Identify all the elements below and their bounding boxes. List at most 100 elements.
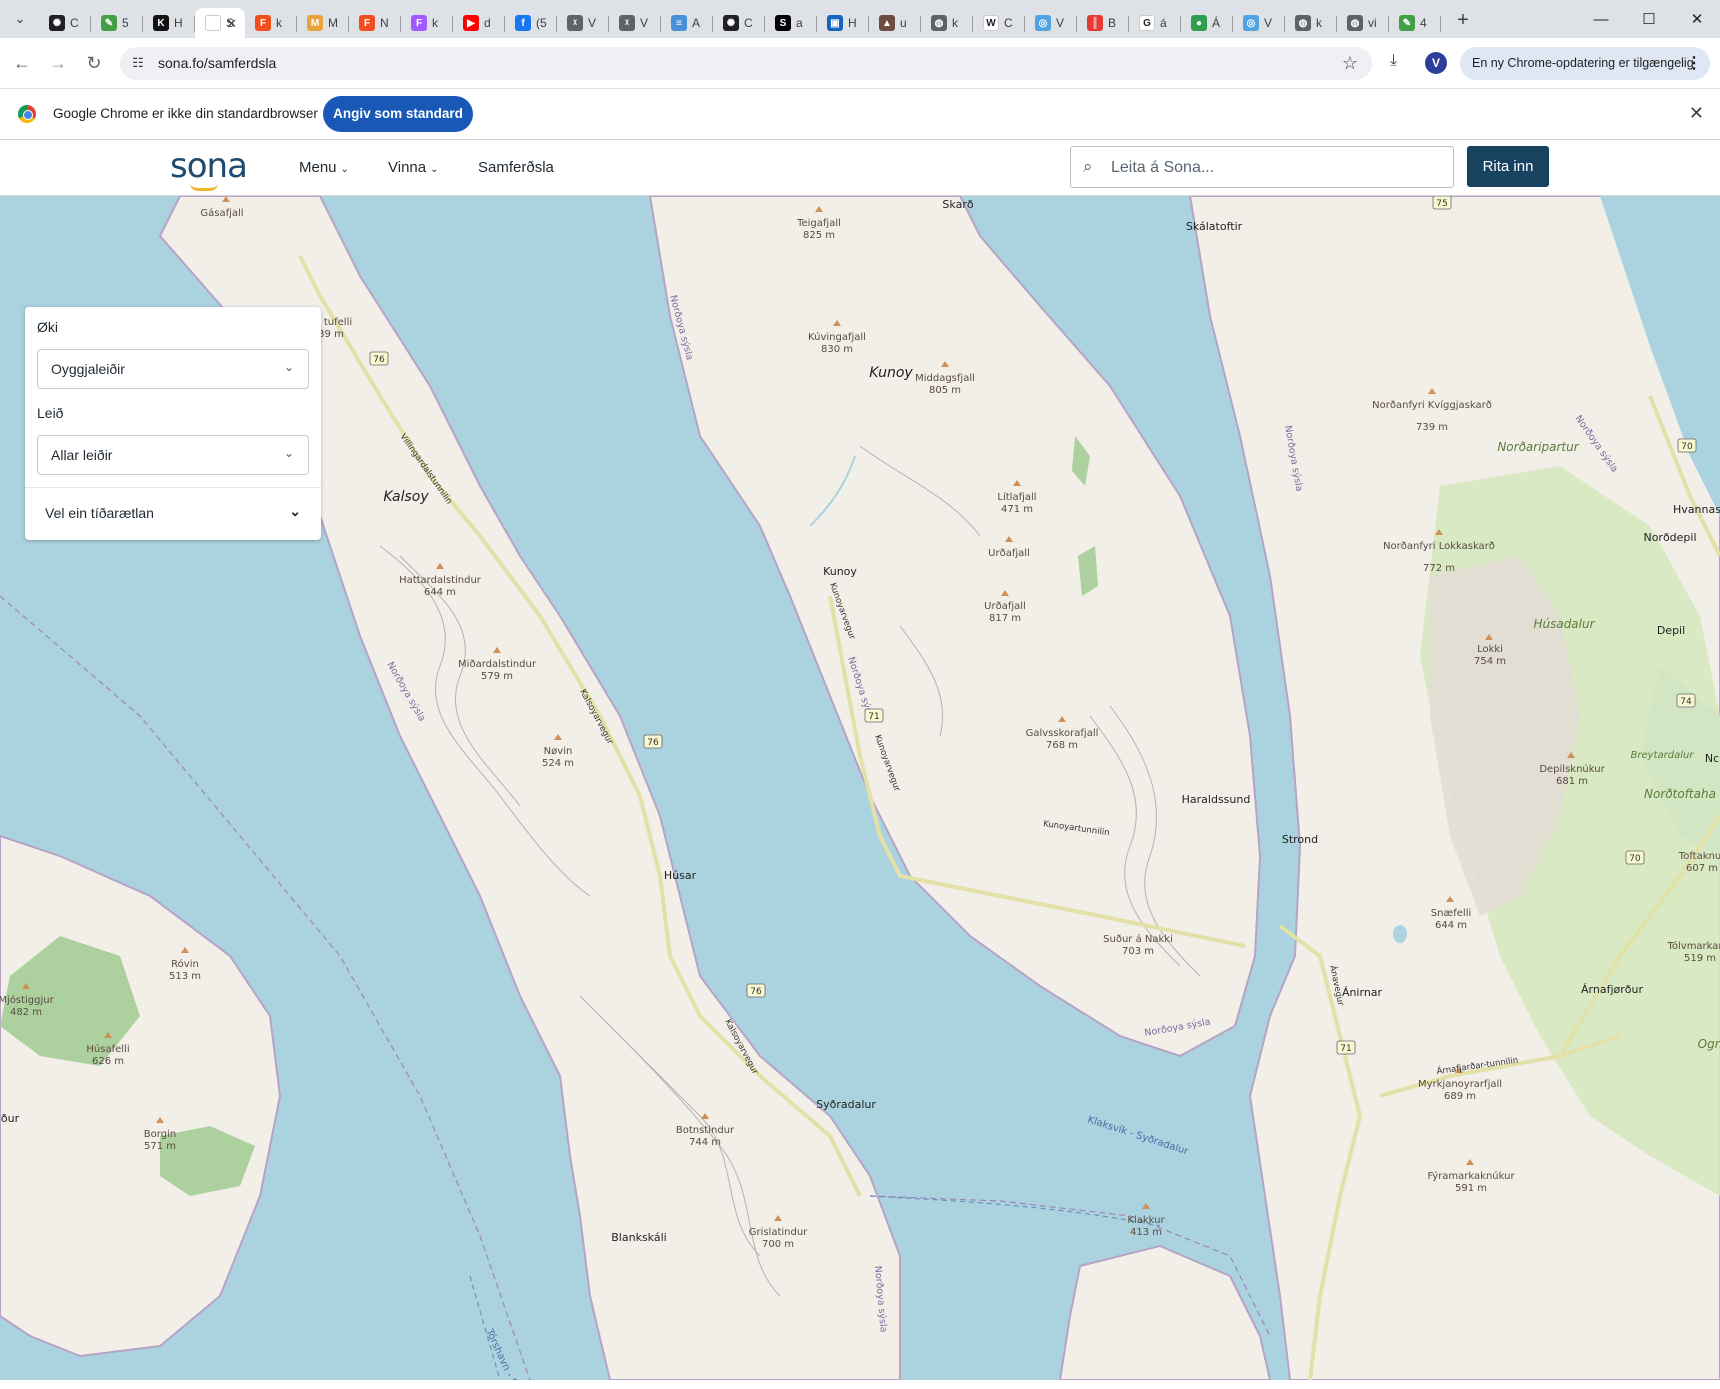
tab-list: ✺ C ✎ 5 K H S ✕ Fk M M F N Fk ▶ d f (5 ᵡ Vᵡ V ≡ A ✺ C Sa ▣ H ▲ u ◍ k W C ◎… <box>39 0 1441 38</box>
tab-title: k <box>276 16 282 30</box>
svg-text:Snæfelli: Snæfelli <box>1431 908 1472 919</box>
leid-select[interactable]: Allar leiðir ⌄ <box>37 435 309 475</box>
browser-tab[interactable]: KH <box>143 8 195 38</box>
set-default-button[interactable]: Angiv som standard <box>323 96 473 132</box>
land-southwest <box>0 834 282 1358</box>
place-arnafjordur: Árnafjørður <box>1581 983 1643 996</box>
browser-tab[interactable]: Gá <box>1129 8 1181 38</box>
place-dur: ður <box>1 1112 20 1125</box>
label-husadalur: Húsadalur <box>1533 617 1595 631</box>
svg-text:tufelli: tufelli <box>324 317 352 328</box>
bookmark-star-icon[interactable]: ☆ <box>1342 53 1358 74</box>
browser-tab[interactable]: WC <box>973 8 1025 38</box>
tab-title: C <box>744 16 753 30</box>
nav-samferdsla[interactable]: Samferðsla <box>478 159 554 176</box>
browser-tab[interactable]: ║ B <box>1077 8 1129 38</box>
svg-text:Depilsknúkur: Depilsknúkur <box>1539 763 1605 775</box>
svg-text:519 m: 519 m <box>1684 953 1716 964</box>
browser-tab[interactable]: ▶ d <box>453 8 505 38</box>
svg-text:772 m: 772 m <box>1423 563 1455 574</box>
google-icon: G <box>1139 15 1155 31</box>
browser-tab[interactable]: S ✕ <box>195 8 245 38</box>
url-text[interactable]: sona.fo/samferdsla <box>158 55 276 71</box>
browser-tab[interactable]: ✎ 4 <box>1389 8 1441 38</box>
shield-71-a: 71 <box>864 708 884 723</box>
address-bar[interactable]: ☷ sona.fo/samferdsla ☆ <box>120 47 1372 80</box>
reload-icon[interactable]: ↻ <box>82 51 106 75</box>
profile-avatar[interactable]: V <box>1425 52 1447 74</box>
site-search[interactable]: ⌕ <box>1070 146 1454 188</box>
chrome-update-chip[interactable]: En ny Chrome-opdatering er tilgængelig ⋮ <box>1460 47 1710 80</box>
svg-text:Klakkur: Klakkur <box>1127 1215 1165 1226</box>
svg-text:579 m: 579 m <box>481 671 513 682</box>
svg-text:830 m: 830 m <box>821 344 853 355</box>
browser-tab[interactable]: FN <box>349 8 401 38</box>
browser-tab[interactable]: Fk <box>245 8 297 38</box>
close-tab-icon[interactable]: ✕ <box>226 16 237 32</box>
close-window-icon[interactable]: ✕ <box>1674 0 1720 38</box>
browser-tab[interactable]: ▣ H <box>817 8 869 38</box>
land-south-small <box>1058 1244 1272 1380</box>
minimize-icon[interactable]: — <box>1578 0 1624 38</box>
svg-text:Galvsskorafjall: Galvsskorafjall <box>1026 728 1099 739</box>
shield-76-c: 76 <box>746 983 766 998</box>
browser-tab[interactable]: Sa <box>765 8 817 38</box>
browser-tab[interactable]: ◎ V <box>1233 8 1285 38</box>
nav-vinna[interactable]: Vinna ⌄ <box>388 159 438 176</box>
browser-tab[interactable]: ᵡV <box>609 8 661 38</box>
chevron-down-icon: ⌄ <box>283 446 294 460</box>
tab-search-chevron-icon[interactable]: ⌄ <box>7 6 33 32</box>
svg-text:76: 76 <box>750 987 762 997</box>
svg-text:413 m: 413 m <box>1130 1227 1162 1238</box>
globe-icon: ◍ <box>1295 15 1311 31</box>
search-input[interactable] <box>1111 156 1431 180</box>
browser-tab[interactable]: ✺ C <box>39 8 91 38</box>
browser-tab[interactable]: ≡ A <box>661 8 713 38</box>
browser-tab[interactable]: ◍ vi <box>1337 8 1389 38</box>
mountain-icon: ▲ <box>879 15 895 31</box>
login-button[interactable]: Rita inn <box>1467 146 1549 187</box>
spiral-icon: ◎ <box>1243 15 1259 31</box>
logo-smile-icon <box>190 183 218 191</box>
svg-text:70: 70 <box>1681 442 1693 452</box>
close-infobar-icon[interactable]: ✕ <box>1689 103 1704 124</box>
route-filter-panel: Øki Oyggjaleiðir ⌄ Leið Allar leiðir ⌄ V… <box>25 307 321 540</box>
svg-text:644 m: 644 m <box>1435 920 1467 931</box>
place-anirnar: Ánirnar <box>1342 986 1383 999</box>
browser-tab[interactable]: ✎ 5 <box>91 8 143 38</box>
site-info-icon[interactable]: ☷ <box>130 55 146 71</box>
nav-menu[interactable]: Menu ⌄ <box>299 159 349 176</box>
svg-text:Toftaknu: Toftaknu <box>1678 851 1720 862</box>
oki-select[interactable]: Oyggjaleiðir ⌄ <box>37 349 309 389</box>
back-arrow-icon[interactable]: ← <box>10 51 34 75</box>
kebab-menu-icon[interactable]: ⋮ <box>1686 47 1702 80</box>
browser-tab[interactable]: MM <box>297 8 349 38</box>
tab-title: vi <box>1368 16 1377 30</box>
tab-strip: ⌄ ✺ C ✎ 5 K H S ✕ Fk M M F N Fk ▶ d f (5 ᵡ Vᵡ V ≡ A ✺ C Sa ▣ H ▲ u ◍ k W… <box>0 0 1720 38</box>
tab-title: k <box>432 16 438 30</box>
shield-70-b: 70 <box>1625 850 1645 865</box>
browser-tab[interactable]: ● Á <box>1181 8 1233 38</box>
browser-tab[interactable]: ✺ C <box>713 8 765 38</box>
tab-title: 5 <box>122 16 129 30</box>
browser-tab[interactable]: ◎ V <box>1025 8 1077 38</box>
place-depil: Depil <box>1657 624 1685 637</box>
browser-tab[interactable]: ᵡV <box>557 8 609 38</box>
browser-tab[interactable]: Fk <box>401 8 453 38</box>
new-tab-plus-icon[interactable]: + <box>1449 6 1477 34</box>
sona-logo[interactable]: sona <box>170 146 248 191</box>
shield-71-b: 71 <box>1336 1040 1356 1055</box>
timetable-label: Vel ein tíðarætlan <box>45 505 154 521</box>
nav-vinna-label: Vinna <box>388 159 427 176</box>
browser-tab[interactable]: f (5 <box>505 8 557 38</box>
lake-icon <box>1393 925 1407 943</box>
browser-tab[interactable]: ◍ k <box>921 8 973 38</box>
browser-tab[interactable]: ◍ k <box>1285 8 1337 38</box>
forward-arrow-icon[interactable]: → <box>46 51 70 75</box>
maximize-icon[interactable]: ☐ <box>1626 0 1672 38</box>
timetable-dropdown[interactable]: Vel ein tíðarætlan ⌄ <box>25 488 321 540</box>
download-icon[interactable]: ⤓ <box>1390 52 1397 70</box>
svg-text:71: 71 <box>1340 1044 1351 1054</box>
browser-tab[interactable]: ▲ u <box>869 8 921 38</box>
green-circle-icon: ● <box>1191 15 1207 31</box>
